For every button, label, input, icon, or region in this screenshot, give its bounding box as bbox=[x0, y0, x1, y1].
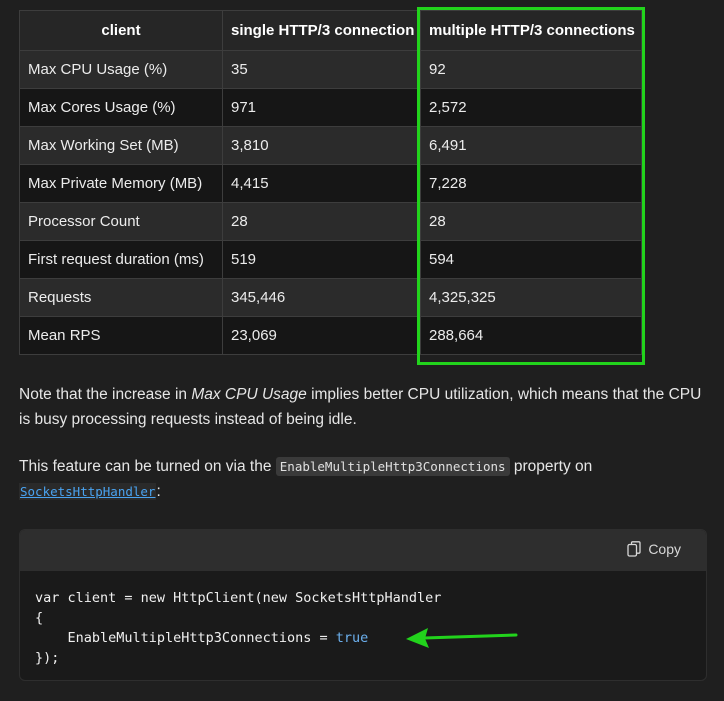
row-label: Max Cores Usage (%) bbox=[19, 88, 223, 127]
row-label: Processor Count bbox=[19, 202, 223, 241]
single-value: 519 bbox=[222, 240, 421, 279]
code-line-3-prefix: EnableMultipleHttp3Connections = bbox=[35, 630, 336, 646]
header-client: client bbox=[19, 10, 223, 51]
multiple-value: 28 bbox=[420, 202, 642, 241]
note-text-before: Note that the increase in bbox=[19, 386, 192, 403]
code-line-4: }); bbox=[35, 650, 60, 666]
row-label: First request duration (ms) bbox=[19, 240, 223, 279]
single-value: 4,415 bbox=[222, 164, 421, 203]
benchmark-table: client single HTTP/3 connection multiple… bbox=[19, 10, 642, 355]
table-row: Processor Count 28 28 bbox=[19, 202, 642, 241]
header-multiple-connections: multiple HTTP/3 connections bbox=[420, 10, 642, 51]
multiple-value: 2,572 bbox=[420, 88, 642, 127]
single-value: 3,810 bbox=[222, 126, 421, 165]
row-label: Mean RPS bbox=[19, 316, 223, 355]
arrow-annotation bbox=[406, 628, 518, 648]
row-label: Max CPU Usage (%) bbox=[19, 50, 223, 89]
single-value: 345,446 bbox=[222, 278, 421, 317]
multiple-value: 594 bbox=[420, 240, 642, 279]
table-row: Max Cores Usage (%) 971 2,572 bbox=[19, 88, 642, 127]
code-line-1: var client = new HttpClient(new SocketsH… bbox=[35, 590, 442, 606]
single-value: 35 bbox=[222, 50, 421, 89]
code-content: var client = new HttpClient(new SocketsH… bbox=[20, 571, 706, 668]
copy-icon bbox=[627, 541, 641, 557]
multiple-value: 6,491 bbox=[420, 126, 642, 165]
copy-label: Copy bbox=[648, 541, 681, 557]
code-block: Copy var client = new HttpClient(new Soc… bbox=[19, 529, 707, 681]
property-code: EnableMultipleHttp3Connections bbox=[275, 457, 510, 476]
row-label: Max Private Memory (MB) bbox=[19, 164, 223, 203]
note-paragraph: Note that the increase in Max CPU Usage … bbox=[19, 382, 709, 432]
single-value: 28 bbox=[222, 202, 421, 241]
table-header-row: client single HTTP/3 connection multiple… bbox=[19, 10, 642, 51]
feature-paragraph: This feature can be turned on via the En… bbox=[19, 454, 709, 504]
table-row: Max CPU Usage (%) 35 92 bbox=[19, 50, 642, 89]
row-label: Max Working Set (MB) bbox=[19, 126, 223, 165]
multiple-value: 92 bbox=[420, 50, 642, 89]
single-value: 971 bbox=[222, 88, 421, 127]
multiple-value: 288,664 bbox=[420, 316, 642, 355]
single-value: 23,069 bbox=[222, 316, 421, 355]
table-row: Requests 345,446 4,325,325 bbox=[19, 278, 642, 317]
feature-text-before: This feature can be turned on via the bbox=[19, 458, 276, 475]
note-emphasis: Max CPU Usage bbox=[191, 386, 307, 403]
feature-text-after: : bbox=[156, 483, 161, 500]
header-single-connection: single HTTP/3 connection bbox=[222, 10, 421, 51]
multiple-value: 7,228 bbox=[420, 164, 642, 203]
table-row: Max Private Memory (MB) 4,415 7,228 bbox=[19, 164, 642, 203]
table-row: First request duration (ms) 519 594 bbox=[19, 240, 642, 279]
code-line-2: { bbox=[35, 610, 44, 626]
table-row: Max Working Set (MB) 3,810 6,491 bbox=[19, 126, 642, 165]
code-block-header: Copy bbox=[20, 530, 706, 571]
feature-text-middle: property on bbox=[509, 458, 593, 475]
multiple-value: 4,325,325 bbox=[420, 278, 642, 317]
table-row: Mean RPS 23,069 288,664 bbox=[19, 316, 642, 355]
copy-button[interactable]: Copy bbox=[627, 541, 681, 557]
code-true-keyword: true bbox=[335, 630, 369, 646]
sockets-handler-link[interactable]: SocketsHttpHandler bbox=[19, 483, 157, 500]
row-label: Requests bbox=[19, 278, 223, 317]
